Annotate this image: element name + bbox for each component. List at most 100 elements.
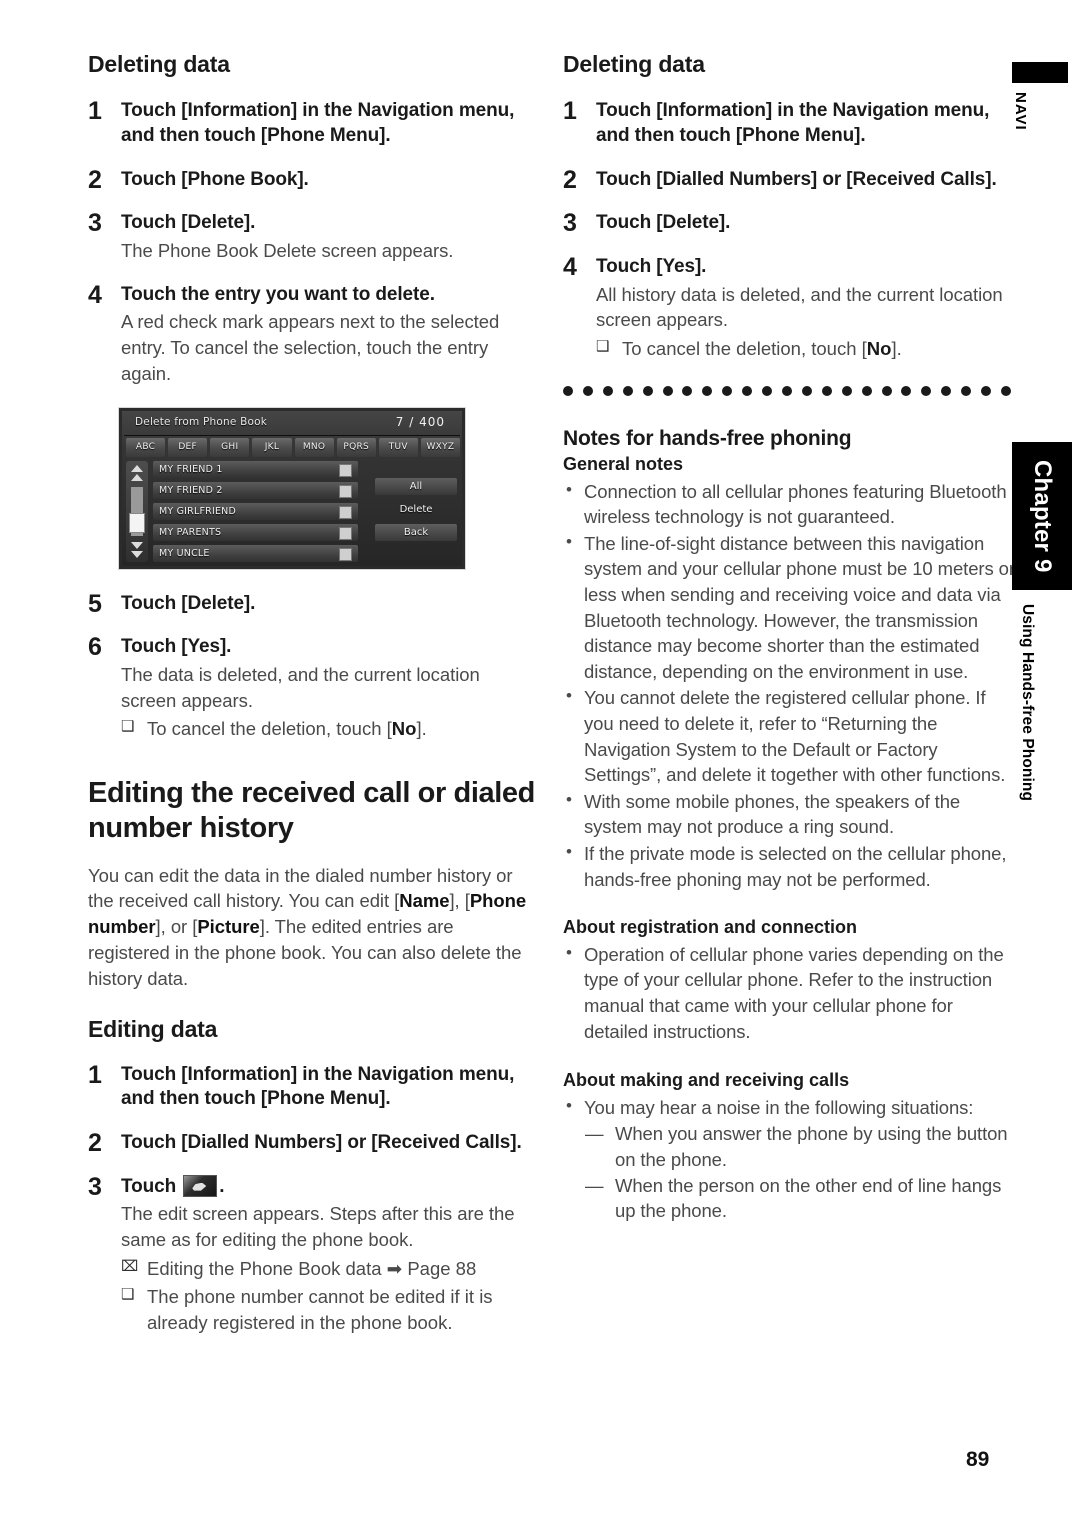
divider-dot	[841, 385, 852, 396]
divider-dot	[941, 385, 952, 396]
note-square-icon: ❑	[121, 718, 135, 736]
step-title: Touch [Phone Book].	[121, 168, 309, 190]
step-title: Touch [Yes].	[121, 636, 232, 658]
step-body: The edit screen appears. Steps after thi…	[121, 1203, 515, 1251]
divider-dot	[961, 385, 972, 396]
checkbox-icon[interactable]	[339, 547, 352, 561]
general-notes-heading: General notes	[563, 454, 684, 475]
list-item[interactable]: MY FRIEND 2	[153, 481, 358, 499]
editing-data-heading: Editing data	[88, 1016, 218, 1043]
step-title: Touch [Dialled Numbers] or [Received Cal…	[121, 1131, 522, 1153]
screen-title: Delete from Phone Book	[135, 415, 268, 428]
step-number: 2	[563, 165, 577, 194]
scroll-down-icon[interactable]	[131, 550, 143, 558]
step-number: 1	[88, 1060, 102, 1089]
reference-arrow-glyph: ➡	[386, 1257, 403, 1279]
step-body: The Phone Book Delete screen appears.	[121, 240, 454, 262]
alpha-key-tuv[interactable]: TUV	[378, 437, 418, 457]
divider-dot	[622, 385, 633, 396]
alpha-key-def[interactable]: DEF	[168, 437, 208, 457]
checkbox-icon[interactable]	[339, 484, 352, 498]
navi-tab-block	[1012, 62, 1068, 83]
alpha-key-jkl[interactable]: JKL	[252, 437, 292, 457]
list-scrollbar[interactable]	[126, 460, 148, 562]
right-step-2: 2 Touch [Dialled Numbers] or [Received C…	[563, 165, 1015, 194]
right-step-3: 3 Touch [Delete].	[563, 209, 1015, 237]
step-number: 2	[88, 1128, 102, 1157]
page-number: 89	[966, 1448, 990, 1471]
alpha-key-pqrs[interactable]: PQRS	[336, 437, 376, 457]
right-deleting-data-heading: Deleting data	[563, 51, 705, 77]
step-title: Touch [Yes].	[596, 256, 707, 278]
checkbox-icon[interactable]	[339, 463, 352, 477]
screen-entry-counter: 7 / 400	[395, 414, 445, 429]
scroll-page-up-icon[interactable]	[131, 473, 143, 481]
scroll-page-down-icon[interactable]	[131, 541, 143, 549]
left-cancel-deletion-note: ❑ To cancel the deletion, touch [No].	[121, 716, 540, 742]
list-item: When you answer the phone by using the b…	[585, 1121, 1015, 1172]
divider-dot	[682, 385, 693, 396]
step-body: The data is deleted, and the current loc…	[121, 663, 480, 711]
left-step-6: 6 Touch [Yes]. The data is deleted, and …	[88, 633, 540, 742]
edit-picture-icon[interactable]	[183, 1174, 218, 1197]
alpha-key-mno[interactable]: MNO	[294, 437, 334, 457]
divider-dot	[582, 385, 593, 396]
back-button[interactable]: Back	[375, 523, 457, 541]
intro-name-token: Name	[399, 890, 450, 912]
alpha-key-abc[interactable]: ABC	[126, 437, 166, 457]
step-number: 3	[88, 209, 102, 238]
chapter-title-label: Using Hands-free Phoning	[1019, 604, 1036, 802]
list-item: Connection to all cellular phones featur…	[563, 478, 1015, 530]
note-text-bold: No	[391, 718, 417, 740]
step3-suffix: .	[219, 1175, 225, 1197]
step-number: 1	[88, 97, 102, 126]
divider-dot	[722, 385, 733, 396]
divider-dot	[901, 385, 912, 396]
screen-action-buttons: All Delete Back	[375, 477, 457, 541]
entry-name: MY FRIEND 2	[159, 484, 223, 496]
step-number: 5	[88, 589, 102, 618]
divider-dot	[781, 385, 792, 396]
step-title: Touch [Information] in the Navigation me…	[121, 1063, 515, 1110]
step-number: 1	[563, 97, 577, 126]
right-column: Deleting data 1 Touch [Information] in t…	[563, 51, 1015, 1224]
divider-dot	[602, 385, 613, 396]
navi-tab-label: NAVI	[1012, 92, 1029, 131]
divider-dot	[861, 385, 872, 396]
alpha-key-ghi[interactable]: GHI	[210, 437, 250, 457]
list-item[interactable]: MY UNCLE	[153, 544, 358, 562]
alpha-key-bar: ABC DEF GHI JKL MNO PQRS TUV WXYZ	[126, 437, 460, 457]
list-item[interactable]: MY FRIEND 1	[153, 460, 358, 478]
step-title: Touch [Delete].	[596, 212, 731, 234]
scroll-up-icon[interactable]	[131, 464, 143, 472]
alpha-key-wxyz[interactable]: WXYZ	[420, 437, 460, 457]
delete-button[interactable]: Delete	[375, 501, 457, 518]
list-item[interactable]: MY GIRLFRIEND	[153, 502, 358, 520]
divider-dot	[563, 385, 573, 396]
note-text: The phone number cannot be edited if it …	[147, 1286, 493, 1334]
list-item: You may hear a noise in the following si…	[563, 1094, 1015, 1121]
left-step-5: 5 Touch [Delete].	[88, 589, 540, 618]
scrollbar-thumb[interactable]	[129, 512, 145, 533]
intro-part-2: ], [	[449, 890, 470, 912]
making-receiving-calls-heading: About making and receiving calls	[563, 1070, 850, 1091]
checkbox-icon[interactable]	[339, 505, 352, 519]
note-text-bold: No	[866, 338, 892, 360]
list-item[interactable]: MY PARENTS	[153, 523, 358, 541]
note-text-suffix: ].	[416, 718, 427, 740]
select-all-button[interactable]: All	[375, 477, 457, 495]
step-number: 3	[88, 1172, 102, 1201]
left-step-1: 1 Touch [Information] in the Navigation …	[88, 97, 540, 148]
editing-step-3: 3 Touch . The edit screen appears. Steps…	[88, 1172, 540, 1336]
checkbox-icon[interactable]	[339, 526, 352, 540]
right-step-4: 4 Touch [Yes]. All history data is delet…	[563, 253, 1015, 362]
divider-dot	[662, 385, 673, 396]
title-divider	[124, 434, 460, 436]
step-title: Touch [Delete].	[121, 212, 256, 234]
divider-dot	[742, 385, 753, 396]
entry-rows: MY FRIEND 1 MY FRIEND 2 MY GIRLFRIEND MY…	[153, 460, 358, 562]
editing-history-intro: You can edit the data in the dialed numb…	[88, 863, 540, 992]
phone-number-edit-note: ❑ The phone number cannot be edited if i…	[121, 1284, 540, 1335]
reference-text: Editing the Phone Book data	[147, 1257, 382, 1279]
divider-dot	[821, 385, 832, 396]
